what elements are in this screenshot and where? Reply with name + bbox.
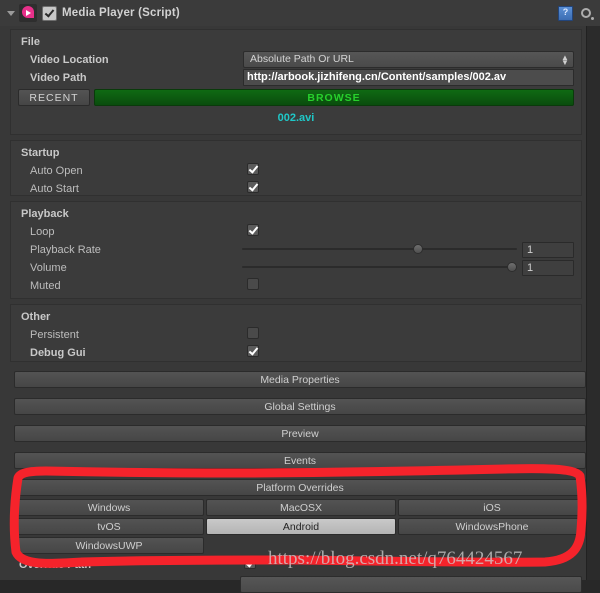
playback-section-title: Playback: [21, 208, 69, 220]
playback-rate-label: Playback Rate: [30, 244, 101, 256]
volume-slider-handle[interactable]: [507, 262, 517, 272]
video-location-dropdown[interactable]: Absolute Path Or URL ▲ ▼: [243, 51, 574, 68]
chevron-updown-icon: ▲ ▼: [561, 53, 569, 67]
gear-icon[interactable]: [580, 7, 594, 20]
inspector-root: Media Player (Script) File Video Locatio…: [0, 0, 600, 593]
video-location-label: Video Location: [30, 54, 109, 66]
video-path-value: http://arbook.jizhifeng.cn/Content/sampl…: [247, 71, 507, 83]
playback-section: Playback Loop Playback Rate 1 Volume 1 M…: [10, 201, 582, 299]
platform-overrides-header-button[interactable]: Platform Overrides: [14, 479, 586, 496]
video-location-value: Absolute Path Or URL: [250, 53, 354, 65]
file-section-title: File: [21, 36, 40, 48]
override-location-dropdown[interactable]: [240, 576, 582, 593]
auto-start-checkbox[interactable]: [247, 181, 259, 193]
playback-rate-input[interactable]: 1: [522, 242, 574, 258]
events-button[interactable]: Events: [14, 452, 586, 469]
playback-rate-slider[interactable]: [242, 243, 517, 255]
volume-label: Volume: [30, 262, 67, 274]
platform-button-ios[interactable]: iOS: [398, 499, 586, 516]
video-path-label: Video Path: [30, 72, 87, 84]
recent-button[interactable]: RECENT: [18, 89, 90, 106]
help-book-icon[interactable]: [558, 5, 573, 21]
platform-button-windowsphone[interactable]: WindowsPhone: [398, 518, 586, 535]
other-section-title: Other: [21, 311, 51, 323]
startup-section-title: Startup: [21, 147, 60, 159]
volume-slider[interactable]: [242, 261, 517, 273]
override-path-checkbox[interactable]: [244, 557, 256, 569]
override-path-label: Override Path: [19, 559, 92, 571]
persistent-checkbox[interactable]: [247, 327, 259, 339]
auto-open-label: Auto Open: [30, 165, 83, 177]
component-enabled-checkbox[interactable]: [42, 5, 57, 21]
preview-button[interactable]: Preview: [14, 425, 586, 442]
video-path-input[interactable]: http://arbook.jizhifeng.cn/Content/sampl…: [243, 69, 574, 86]
muted-checkbox[interactable]: [247, 278, 259, 290]
debug-gui-label: Debug Gui: [30, 347, 86, 359]
current-file-label: 002.avi: [277, 112, 315, 124]
scroll-rail[interactable]: [586, 26, 600, 580]
other-section: Other Persistent Debug Gui: [10, 304, 582, 362]
file-section: File Video Location Absolute Path Or URL…: [10, 29, 582, 135]
auto-open-checkbox[interactable]: [247, 163, 259, 175]
media-player-script-icon: [19, 4, 37, 22]
startup-section: Startup Auto Open Auto Start: [10, 140, 582, 196]
loop-checkbox[interactable]: [247, 224, 259, 236]
browse-button[interactable]: BROWSE: [94, 89, 574, 106]
platform-button-windowsuwp[interactable]: WindowsUWP: [14, 537, 204, 554]
platform-button-windows[interactable]: Windows: [14, 499, 204, 516]
loop-label: Loop: [30, 226, 55, 238]
watermark-text: https://blog.csdn.net/q764424567: [268, 548, 523, 569]
platform-button-android[interactable]: Android: [206, 518, 396, 535]
platform-button-tvos[interactable]: tvOS: [14, 518, 204, 535]
inspector-body: File Video Location Absolute Path Or URL…: [0, 26, 600, 593]
debug-gui-checkbox[interactable]: [247, 345, 259, 357]
component-header[interactable]: Media Player (Script): [0, 0, 600, 27]
component-title: Media Player (Script): [62, 7, 180, 19]
foldout-arrow-icon[interactable]: [4, 6, 18, 20]
playback-rate-slider-handle[interactable]: [412, 244, 423, 254]
platform-button-macosx[interactable]: MacOSX: [206, 499, 396, 516]
global-settings-button[interactable]: Global Settings: [14, 398, 586, 415]
persistent-label: Persistent: [30, 329, 79, 341]
media-properties-button[interactable]: Media Properties: [14, 371, 586, 388]
auto-start-label: Auto Start: [30, 183, 79, 195]
volume-input[interactable]: 1: [522, 260, 574, 276]
header-actions: [558, 5, 600, 21]
muted-label: Muted: [30, 280, 61, 292]
